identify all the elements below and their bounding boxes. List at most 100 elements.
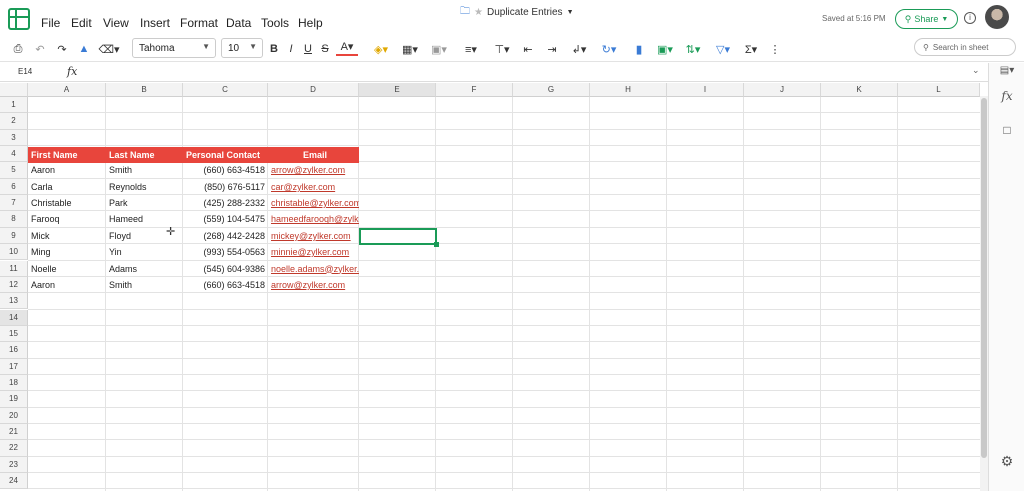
clear-format-icon[interactable]: ⌫▾ xyxy=(98,39,120,59)
text-color-icon[interactable]: A▾ xyxy=(336,39,358,56)
row-header[interactable]: 9 xyxy=(0,227,28,245)
table-cell[interactable]: Smith xyxy=(106,277,183,293)
row-header[interactable]: 10 xyxy=(0,244,28,261)
row-header[interactable]: 5 xyxy=(0,162,28,179)
column-header[interactable]: A xyxy=(28,83,106,97)
table-cell[interactable]: (425) 288-2332 xyxy=(183,195,268,211)
table-cell[interactable]: Mick xyxy=(28,228,106,244)
fill-handle[interactable] xyxy=(434,242,439,247)
italic-icon[interactable]: I xyxy=(285,39,297,59)
column-header[interactable]: D xyxy=(268,83,359,97)
insert-image-icon[interactable]: ▣▾ xyxy=(654,39,676,59)
row-header[interactable]: 17 xyxy=(0,358,28,375)
table-cell[interactable]: Adams xyxy=(106,261,183,277)
email-link-cell[interactable]: christable@zylker.com xyxy=(268,195,359,211)
comment-icon[interactable]: □ xyxy=(989,123,1024,137)
sparkline-icon[interactable]: ⇅▾ xyxy=(682,39,704,59)
vertical-align-icon[interactable]: ⊤▾ xyxy=(491,39,513,59)
avatar[interactable] xyxy=(985,5,1009,29)
table-cell[interactable]: (660) 663-4518 xyxy=(183,277,268,293)
increase-indent-icon[interactable]: ⇥ xyxy=(545,39,559,59)
font-size-select[interactable]: 10 ▼ xyxy=(221,38,263,58)
column-header[interactable]: I xyxy=(667,83,744,97)
row-header[interactable]: 12 xyxy=(0,276,28,294)
table-cell[interactable]: (850) 676-5117 xyxy=(183,179,268,195)
row-header[interactable]: 2 xyxy=(0,113,28,130)
column-header[interactable]: F xyxy=(436,83,513,97)
row-header[interactable]: 22 xyxy=(0,440,28,457)
header-cell-last-name[interactable]: Last Name xyxy=(106,147,183,163)
table-cell[interactable]: Smith xyxy=(106,162,183,178)
fill-color-icon[interactable]: ◈▾ xyxy=(370,39,392,59)
fx-icon[interactable]: fx xyxy=(67,65,77,78)
row-header[interactable]: 24 xyxy=(0,473,28,490)
menu-format[interactable]: Format xyxy=(180,16,218,30)
insert-chart-icon[interactable]: ▮ xyxy=(632,39,646,59)
scrollbar-thumb[interactable] xyxy=(981,98,987,458)
table-cell[interactable]: Farooq xyxy=(28,211,106,227)
row-header[interactable]: 13 xyxy=(0,293,28,310)
filter-icon[interactable]: ▽▾ xyxy=(712,39,734,59)
chevron-down-icon[interactable]: ⌄ xyxy=(972,65,980,76)
document-title-area[interactable]: 🗀 ★ Duplicate Entries ▼ xyxy=(460,4,574,21)
merge-cells-icon[interactable]: ▣▾ xyxy=(428,39,450,59)
header-cell-personal-contact[interactable]: Personal Contact xyxy=(183,147,268,163)
email-link-cell[interactable]: car@zylker.com xyxy=(268,179,359,195)
menu-data[interactable]: Data xyxy=(226,16,251,30)
table-cell[interactable]: Aaron xyxy=(28,162,106,178)
sum-icon[interactable]: Σ▾ xyxy=(740,39,762,59)
underline-icon[interactable]: U xyxy=(302,39,314,59)
column-header[interactable]: K xyxy=(821,83,898,97)
email-link-cell[interactable]: minnie@zylker.com xyxy=(268,244,359,260)
share-button[interactable]: ⚲ Share ▼ xyxy=(895,9,958,29)
table-cell[interactable]: (268) 442-2428 xyxy=(183,228,268,244)
row-header[interactable]: 7 xyxy=(0,195,28,212)
row-header[interactable]: 11 xyxy=(0,260,28,277)
row-header[interactable]: 21 xyxy=(0,424,28,441)
menu-edit[interactable]: Edit xyxy=(71,16,92,30)
table-cell[interactable]: Carla xyxy=(28,179,106,195)
table-cell[interactable]: Noelle xyxy=(28,261,106,277)
column-header[interactable]: E xyxy=(359,83,436,97)
header-cell-email[interactable]: Email xyxy=(268,147,359,163)
horizontal-align-icon[interactable]: ≡▾ xyxy=(460,39,482,59)
row-header[interactable]: 4 xyxy=(0,146,28,163)
info-icon[interactable]: i xyxy=(964,12,976,24)
menu-insert[interactable]: Insert xyxy=(140,16,170,30)
sheet-app-logo-icon[interactable] xyxy=(8,8,30,30)
text-wrap-icon[interactable]: ↲▾ xyxy=(568,39,590,59)
active-cell-selection[interactable] xyxy=(359,228,437,245)
borders-icon[interactable]: ▦▾ xyxy=(399,39,421,59)
row-header[interactable]: 8 xyxy=(0,211,28,228)
menu-tools[interactable]: Tools xyxy=(261,16,289,30)
header-cell-first-name[interactable]: First Name xyxy=(28,147,106,163)
chevron-down-icon[interactable]: ▼ xyxy=(567,9,574,16)
folder-icon[interactable]: 🗀 xyxy=(460,4,470,21)
menu-file[interactable]: File xyxy=(41,16,60,30)
font-family-select[interactable]: Tahoma ▼ xyxy=(132,38,216,58)
more-options-icon[interactable]: ⋮ xyxy=(770,39,781,59)
document-title[interactable]: Duplicate Entries xyxy=(487,7,563,18)
strikethrough-icon[interactable]: S xyxy=(319,39,331,59)
row-header[interactable]: 20 xyxy=(0,407,28,424)
paint-format-icon[interactable]: ▲ xyxy=(76,39,92,59)
functions-icon[interactable]: fx xyxy=(989,89,1024,103)
column-header[interactable]: J xyxy=(744,83,821,97)
column-header[interactable]: G xyxy=(513,83,590,97)
table-cell[interactable]: (660) 663-4518 xyxy=(183,162,268,178)
row-header[interactable]: 18 xyxy=(0,374,28,392)
menu-view[interactable]: View xyxy=(103,16,129,30)
star-icon[interactable]: ★ xyxy=(474,7,483,18)
table-cell[interactable]: Christable xyxy=(28,195,106,211)
table-cell[interactable]: (993) 554-0563 xyxy=(183,244,268,260)
print-icon[interactable]: ⎙ xyxy=(10,39,26,59)
table-cell[interactable]: Park xyxy=(106,195,183,211)
table-cell[interactable]: (559) 104-5475 xyxy=(183,211,268,227)
table-cell[interactable]: (545) 604-9386 xyxy=(183,261,268,277)
table-cell[interactable]: Aaron xyxy=(28,277,106,293)
undo-icon[interactable]: ↶ xyxy=(32,39,48,59)
sheet-panel-icon[interactable]: ▤▾ xyxy=(989,65,1024,76)
column-header[interactable]: B xyxy=(106,83,183,97)
decrease-indent-icon[interactable]: ⇤ xyxy=(521,39,535,59)
email-link-cell[interactable]: mickey@zylker.com xyxy=(268,228,359,244)
